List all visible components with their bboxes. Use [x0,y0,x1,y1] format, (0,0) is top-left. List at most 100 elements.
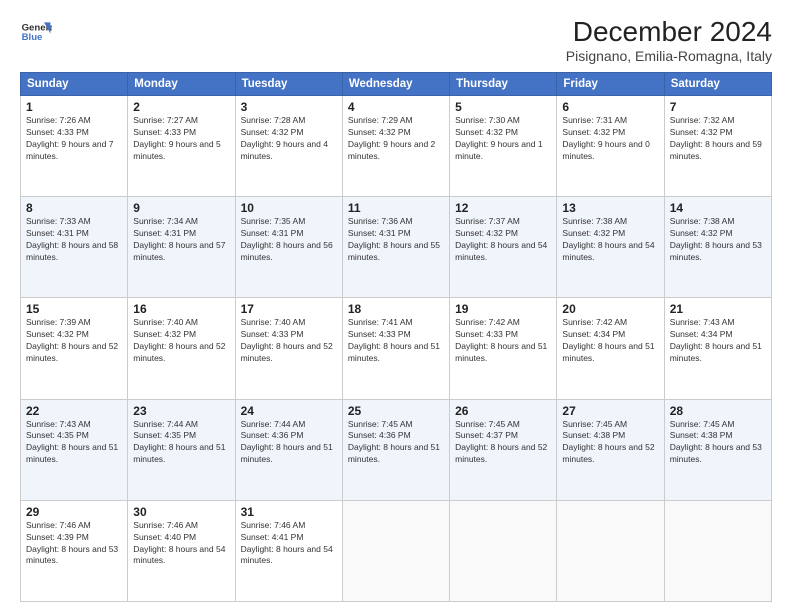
daylight-text: Daylight: 8 hours and 51 minutes. [562,341,654,363]
sunrise-text: Sunrise: 7:43 AM [26,419,91,429]
table-row: 26 Sunrise: 7:45 AM Sunset: 4:37 PM Dayl… [450,399,557,500]
sunrise-text: Sunrise: 7:44 AM [133,419,198,429]
main-title: December 2024 [566,16,772,48]
day-number: 8 [26,201,122,215]
day-info: Sunrise: 7:45 AM Sunset: 4:37 PM Dayligh… [455,419,551,467]
table-row [557,500,664,601]
table-row: 16 Sunrise: 7:40 AM Sunset: 4:32 PM Dayl… [128,298,235,399]
sunrise-text: Sunrise: 7:45 AM [455,419,520,429]
sunset-text: Sunset: 4:36 PM [348,430,411,440]
day-number: 9 [133,201,229,215]
table-row [342,500,449,601]
day-info: Sunrise: 7:38 AM Sunset: 4:32 PM Dayligh… [670,216,766,264]
table-row: 21 Sunrise: 7:43 AM Sunset: 4:34 PM Dayl… [664,298,771,399]
table-row: 15 Sunrise: 7:39 AM Sunset: 4:32 PM Dayl… [21,298,128,399]
table-row: 28 Sunrise: 7:45 AM Sunset: 4:38 PM Dayl… [664,399,771,500]
sunset-text: Sunset: 4:35 PM [26,430,89,440]
daylight-text: Daylight: 9 hours and 4 minutes. [241,139,328,161]
table-row: 20 Sunrise: 7:42 AM Sunset: 4:34 PM Dayl… [557,298,664,399]
sunrise-text: Sunrise: 7:43 AM [670,317,735,327]
day-number: 26 [455,404,551,418]
daylight-text: Daylight: 8 hours and 54 minutes. [455,240,547,262]
sunrise-text: Sunrise: 7:45 AM [348,419,413,429]
daylight-text: Daylight: 8 hours and 53 minutes. [670,442,762,464]
sunset-text: Sunset: 4:33 PM [133,127,196,137]
header-thursday: Thursday [450,73,557,96]
day-number: 6 [562,100,658,114]
sunset-text: Sunset: 4:32 PM [455,228,518,238]
daylight-text: Daylight: 8 hours and 51 minutes. [26,442,118,464]
day-number: 3 [241,100,337,114]
sunrise-text: Sunrise: 7:46 AM [241,520,306,530]
day-info: Sunrise: 7:38 AM Sunset: 4:32 PM Dayligh… [562,216,658,264]
day-info: Sunrise: 7:26 AM Sunset: 4:33 PM Dayligh… [26,115,122,163]
sunrise-text: Sunrise: 7:46 AM [26,520,91,530]
sunrise-text: Sunrise: 7:38 AM [670,216,735,226]
sunset-text: Sunset: 4:32 PM [133,329,196,339]
sunset-text: Sunset: 4:32 PM [562,127,625,137]
title-block: December 2024 Pisignano, Emilia-Romagna,… [566,16,772,64]
sunrise-text: Sunrise: 7:39 AM [26,317,91,327]
daylight-text: Daylight: 8 hours and 51 minutes. [133,442,225,464]
daylight-text: Daylight: 8 hours and 51 minutes. [348,442,440,464]
sunrise-text: Sunrise: 7:44 AM [241,419,306,429]
sunrise-text: Sunrise: 7:32 AM [670,115,735,125]
table-row: 27 Sunrise: 7:45 AM Sunset: 4:38 PM Dayl… [557,399,664,500]
daylight-text: Daylight: 8 hours and 51 minutes. [455,341,547,363]
header-sunday: Sunday [21,73,128,96]
day-number: 10 [241,201,337,215]
sunrise-text: Sunrise: 7:29 AM [348,115,413,125]
sunrise-text: Sunrise: 7:38 AM [562,216,627,226]
day-number: 30 [133,505,229,519]
sunrise-text: Sunrise: 7:46 AM [133,520,198,530]
page: General Blue December 2024 Pisignano, Em… [0,0,792,612]
day-number: 23 [133,404,229,418]
day-info: Sunrise: 7:40 AM Sunset: 4:33 PM Dayligh… [241,317,337,365]
day-info: Sunrise: 7:40 AM Sunset: 4:32 PM Dayligh… [133,317,229,365]
day-number: 20 [562,302,658,316]
day-number: 11 [348,201,444,215]
day-info: Sunrise: 7:39 AM Sunset: 4:32 PM Dayligh… [26,317,122,365]
header: General Blue December 2024 Pisignano, Em… [20,16,772,64]
calendar-table: Sunday Monday Tuesday Wednesday Thursday… [20,72,772,602]
table-row: 12 Sunrise: 7:37 AM Sunset: 4:32 PM Dayl… [450,197,557,298]
day-info: Sunrise: 7:33 AM Sunset: 4:31 PM Dayligh… [26,216,122,264]
sunset-text: Sunset: 4:33 PM [348,329,411,339]
sunset-text: Sunset: 4:32 PM [455,127,518,137]
sunset-text: Sunset: 4:34 PM [670,329,733,339]
header-wednesday: Wednesday [342,73,449,96]
day-info: Sunrise: 7:34 AM Sunset: 4:31 PM Dayligh… [133,216,229,264]
day-number: 2 [133,100,229,114]
sunset-text: Sunset: 4:32 PM [670,127,733,137]
logo: General Blue [20,16,52,48]
sunrise-text: Sunrise: 7:33 AM [26,216,91,226]
header-friday: Friday [557,73,664,96]
sunset-text: Sunset: 4:34 PM [562,329,625,339]
day-number: 7 [670,100,766,114]
sunrise-text: Sunrise: 7:45 AM [562,419,627,429]
daylight-text: Daylight: 8 hours and 57 minutes. [133,240,225,262]
day-info: Sunrise: 7:45 AM Sunset: 4:36 PM Dayligh… [348,419,444,467]
day-number: 21 [670,302,766,316]
day-info: Sunrise: 7:27 AM Sunset: 4:33 PM Dayligh… [133,115,229,163]
daylight-text: Daylight: 9 hours and 7 minutes. [26,139,113,161]
day-info: Sunrise: 7:44 AM Sunset: 4:35 PM Dayligh… [133,419,229,467]
calendar-week-row: 22 Sunrise: 7:43 AM Sunset: 4:35 PM Dayl… [21,399,772,500]
day-info: Sunrise: 7:43 AM Sunset: 4:34 PM Dayligh… [670,317,766,365]
sunset-text: Sunset: 4:32 PM [670,228,733,238]
sunset-text: Sunset: 4:33 PM [26,127,89,137]
day-number: 29 [26,505,122,519]
daylight-text: Daylight: 8 hours and 52 minutes. [241,341,333,363]
day-info: Sunrise: 7:46 AM Sunset: 4:41 PM Dayligh… [241,520,337,568]
day-number: 16 [133,302,229,316]
day-info: Sunrise: 7:45 AM Sunset: 4:38 PM Dayligh… [562,419,658,467]
sunset-text: Sunset: 4:31 PM [26,228,89,238]
day-info: Sunrise: 7:28 AM Sunset: 4:32 PM Dayligh… [241,115,337,163]
daylight-text: Daylight: 8 hours and 54 minutes. [562,240,654,262]
daylight-text: Daylight: 8 hours and 51 minutes. [241,442,333,464]
day-info: Sunrise: 7:32 AM Sunset: 4:32 PM Dayligh… [670,115,766,163]
sunrise-text: Sunrise: 7:40 AM [133,317,198,327]
table-row: 31 Sunrise: 7:46 AM Sunset: 4:41 PM Dayl… [235,500,342,601]
subtitle: Pisignano, Emilia-Romagna, Italy [566,48,772,64]
day-info: Sunrise: 7:41 AM Sunset: 4:33 PM Dayligh… [348,317,444,365]
